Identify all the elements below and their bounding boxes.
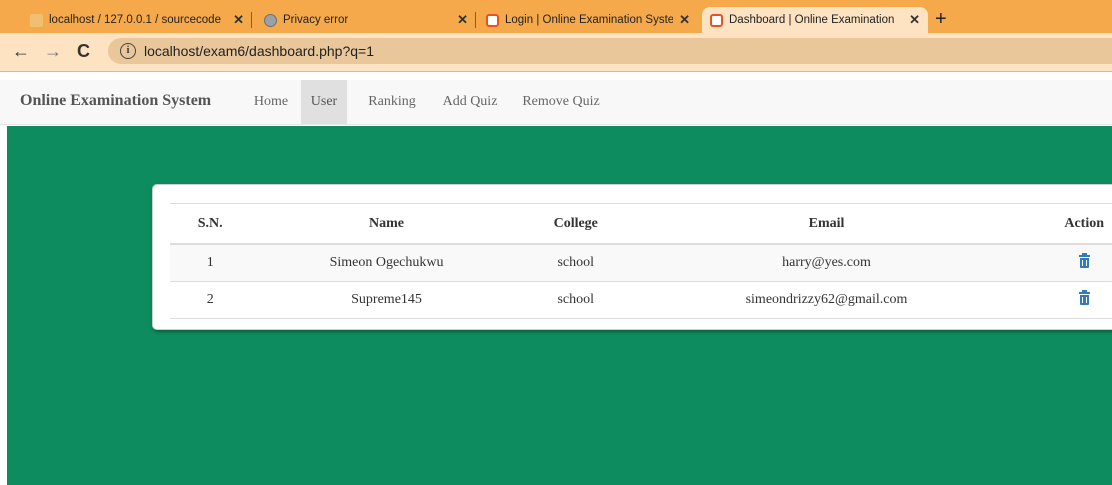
forward-arrow-icon[interactable]: → <box>44 39 62 63</box>
cell-college: school <box>522 244 629 282</box>
nav-user[interactable]: User <box>301 80 347 124</box>
nav-remove-quiz[interactable]: Remove Quiz <box>516 80 606 124</box>
globe-icon <box>264 13 277 27</box>
trash-icon[interactable] <box>1079 252 1090 268</box>
cell-sn: 2 <box>170 281 251 319</box>
back-arrow-icon[interactable]: ← <box>12 39 30 63</box>
close-icon[interactable]: ✕ <box>679 12 690 28</box>
nav-home[interactable]: Home <box>248 80 294 124</box>
cell-action <box>1024 244 1112 282</box>
col-sn: S.N. <box>170 203 251 245</box>
cell-email: simeondrizzy62@gmail.com <box>628 281 1025 319</box>
browser-tab-strip: localhost / 127.0.0.1 / sourcecode ✕ Pri… <box>0 0 1112 33</box>
trash-icon[interactable] <box>1079 289 1090 305</box>
reload-icon[interactable]: C <box>77 39 90 63</box>
tab-privacy-error[interactable]: Privacy error ✕ <box>256 7 476 33</box>
tab-title: Privacy error <box>283 14 349 26</box>
close-icon[interactable]: ✕ <box>233 12 244 28</box>
col-name: Name <box>250 203 523 245</box>
site-icon <box>710 13 723 27</box>
brand-title[interactable]: Online Examination System <box>20 92 211 110</box>
nav-add-quiz[interactable]: Add Quiz <box>436 80 504 124</box>
table-row: 2 Supreme145 school simeondrizzy62@gmail… <box>170 281 1112 319</box>
close-icon[interactable]: ✕ <box>909 12 920 28</box>
cell-sn: 1 <box>170 244 251 282</box>
nav-ranking[interactable]: Ranking <box>362 80 422 124</box>
tab-title: Dashboard | Online Examination <box>729 14 895 26</box>
table-row: 1 Simeon Ogechukwu school harry@yes.com <box>170 244 1112 282</box>
site-navbar: Online Examination System Home User Rank… <box>0 80 1112 125</box>
phpmyadmin-icon <box>30 13 43 27</box>
site-icon <box>486 13 499 27</box>
col-action: Action <box>1024 203 1112 245</box>
tab-title: Login | Online Examination Syste <box>505 14 674 26</box>
tab-dashboard[interactable]: Dashboard | Online Examination ✕ <box>702 7 928 33</box>
col-email: Email <box>628 203 1025 245</box>
users-table: S.N. Name College Email Action 1 Simeon … <box>170 203 1112 319</box>
cell-name: Supreme145 <box>250 281 523 319</box>
cell-action <box>1024 281 1112 319</box>
close-icon[interactable]: ✕ <box>457 12 468 28</box>
url-text: localhost/exam6/dashboard.php?q=1 <box>144 43 375 59</box>
cell-name: Simeon Ogechukwu <box>250 244 523 282</box>
tab-phpmyadmin[interactable]: localhost / 127.0.0.1 / sourcecode ✕ <box>22 7 252 33</box>
tab-login[interactable]: Login | Online Examination Syste ✕ <box>478 7 698 33</box>
address-bar: ← → C i localhost/exam6/dashboard.php?q=… <box>0 33 1112 72</box>
cell-college: school <box>522 281 629 319</box>
cell-email: harry@yes.com <box>628 244 1025 282</box>
new-tab-button[interactable]: + <box>935 7 947 31</box>
col-college: College <box>522 203 629 245</box>
url-field[interactable]: i localhost/exam6/dashboard.php?q=1 <box>108 38 1112 64</box>
table-header-row: S.N. Name College Email Action <box>170 203 1112 245</box>
info-icon[interactable]: i <box>120 43 136 59</box>
tab-title: localhost / 127.0.0.1 / sourcecode <box>49 14 221 26</box>
